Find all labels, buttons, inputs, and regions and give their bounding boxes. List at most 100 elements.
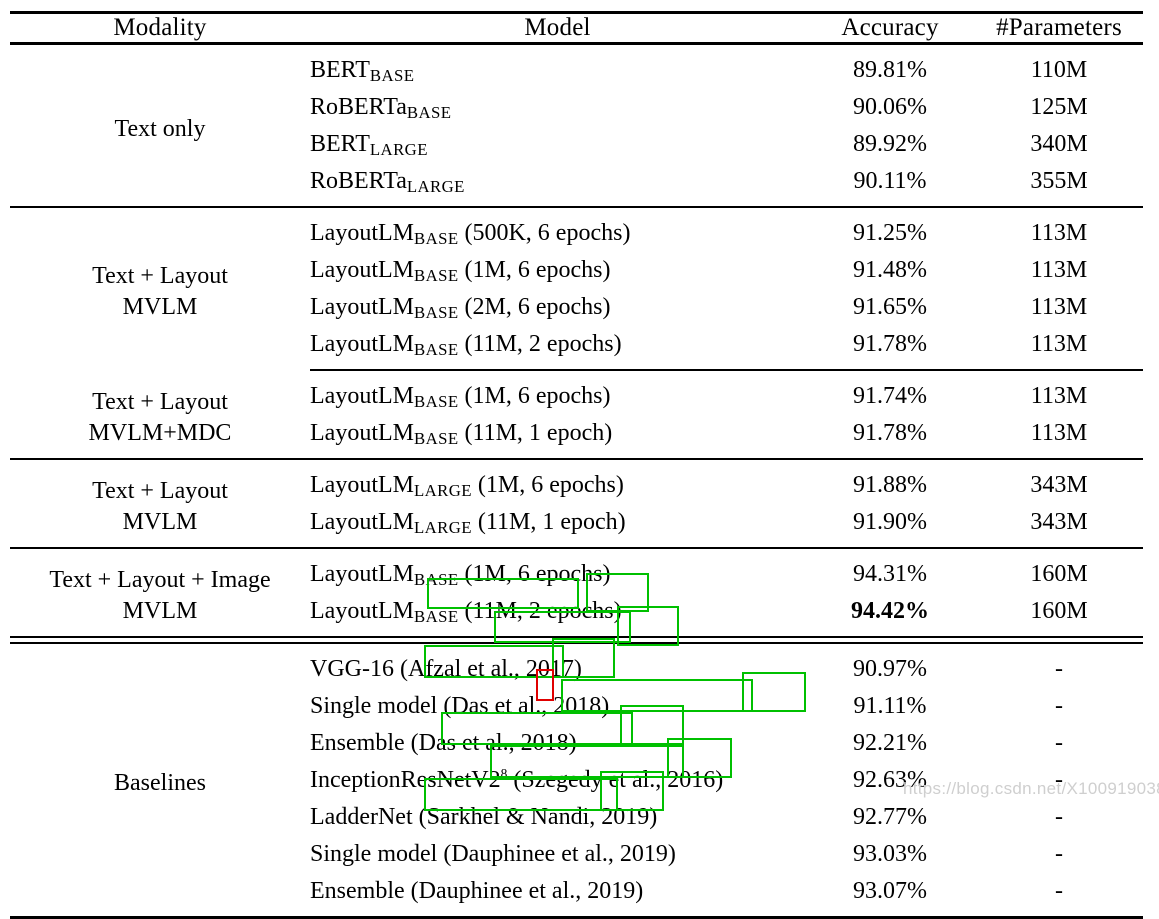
parameters-cell: 160M <box>1030 561 1088 587</box>
model-cell: RoBERTaBASE <box>310 89 805 126</box>
model-subscript: BASE <box>413 428 459 448</box>
model-subscript: BASE <box>413 606 459 626</box>
column-header-modality: Modality <box>113 14 207 41</box>
model-detail: (11M, 1 epoch) <box>471 509 626 535</box>
model-name: LayoutLM <box>310 383 414 409</box>
model-subscript: LARGE <box>369 139 428 159</box>
column-header-parameters: #Parameters <box>996 14 1122 41</box>
parameters-cell: 113M <box>1030 294 1088 320</box>
table-row: Text only BERTBASE 89.81% 110M <box>10 45 1143 142</box>
model-cell: Single model (Das et al., 2018) <box>310 693 610 719</box>
modality-line: MVLM+MDC <box>88 420 232 446</box>
modality-line: Text + Layout <box>92 389 228 416</box>
model-name: LayoutLM <box>310 598 414 624</box>
model-cell: BERTBASE <box>310 45 805 89</box>
model-cell: LayoutLMBASE (11M, 2 epochs) <box>310 593 805 636</box>
model-name: LayoutLM <box>310 331 414 357</box>
model-detail: (11M, 2 epochs) <box>458 598 622 624</box>
model-cell: BERTLARGE <box>310 126 805 163</box>
modality-line: MVLM <box>122 294 198 320</box>
model-subscript: BASE <box>413 339 459 359</box>
model-detail: (1M, 6 epochs) <box>458 257 611 283</box>
model-cell: LadderNet (Sarkhel & Nandi, 2019) <box>310 804 658 830</box>
table-rule-double <box>10 636 1143 644</box>
modality-line: MVLM <box>122 509 198 535</box>
model-cell: LayoutLMBASE (11M, 1 epoch) <box>310 415 805 458</box>
parameters-cell: 110M <box>1030 57 1088 83</box>
accuracy-cell: 92.21% <box>853 730 927 756</box>
model-cell: LayoutLMBASE (1M, 6 epochs) <box>310 371 805 415</box>
model-cell: LayoutLMBASE (11M, 2 epochs) <box>310 326 805 369</box>
parameters-cell: - <box>1055 878 1063 904</box>
parameters-cell: 113M <box>1030 257 1088 283</box>
parameters-cell: 125M <box>1030 94 1088 120</box>
parameters-cell: - <box>1055 804 1063 830</box>
accuracy-cell: 91.25% <box>853 220 927 246</box>
model-subscript: BASE <box>413 228 459 248</box>
model-subscript: BASE <box>406 102 452 122</box>
table-header-row: Modality Model Accuracy #Parameters <box>10 14 1143 42</box>
parameters-cell: - <box>1055 730 1063 756</box>
model-subscript: BASE <box>413 569 459 589</box>
model-name: LayoutLM <box>310 472 414 498</box>
accuracy-cell: 93.03% <box>853 841 927 867</box>
model-cell: LayoutLMBASE (1M, 6 epochs) <box>310 252 805 289</box>
model-detail: (11M, 2 epochs) <box>458 331 622 357</box>
model-detail: (Szegedy et al., 2016) <box>507 767 724 793</box>
parameters-cell: 113M <box>1030 331 1088 357</box>
accuracy-cell: 91.11% <box>853 693 927 719</box>
model-detail: (2M, 6 epochs) <box>458 294 611 320</box>
model-name: LayoutLM <box>310 509 414 535</box>
model-name: LayoutLM <box>310 257 414 283</box>
modality-cell-baselines: Baselines <box>10 644 310 916</box>
parameters-cell: - <box>1055 841 1063 867</box>
accuracy-cell: 89.92% <box>853 131 927 157</box>
parameters-cell: 113M <box>1030 420 1088 446</box>
parameters-cell: 340M <box>1030 131 1088 157</box>
model-name: RoBERTa <box>310 94 407 120</box>
model-cell: RoBERTaLARGE <box>310 163 805 206</box>
accuracy-cell-best: 94.42% <box>851 598 929 624</box>
accuracy-cell: 89.81% <box>853 57 927 83</box>
modality-cell-text-layout-large-mvlm: Text + Layout MVLM <box>10 460 310 547</box>
model-cell: InceptionResNetV28 (Szegedy et al., 2016… <box>310 762 805 799</box>
modality-cell-text-only: Text only <box>10 45 310 206</box>
accuracy-cell: 93.07% <box>853 878 927 904</box>
modality-line: Text + Layout + Image <box>49 567 271 594</box>
modality-cell-text-layout-mvlm-mdc: Text + Layout MVLM+MDC <box>10 371 310 458</box>
accuracy-cell: 92.77% <box>853 804 927 830</box>
model-cell: LayoutLMLARGE (1M, 6 epochs) <box>310 460 805 504</box>
accuracy-cell: 91.48% <box>853 257 927 283</box>
table-row: Text + Layout MVLM+MDC LayoutLMBASE (1M,… <box>10 371 1143 446</box>
parameters-cell: - <box>1055 693 1063 719</box>
accuracy-cell: 91.78% <box>853 420 927 446</box>
accuracy-cell: 91.90% <box>853 509 927 535</box>
model-cell: LayoutLMBASE (500K, 6 epochs) <box>310 208 805 252</box>
model-cell: Single model (Dauphinee et al., 2019) <box>310 841 676 867</box>
accuracy-cell: 91.74% <box>853 383 927 409</box>
model-subscript: BASE <box>413 391 459 411</box>
accuracy-cell: 90.97% <box>853 656 927 682</box>
modality-line: Baselines <box>114 770 206 797</box>
model-detail: (1M, 6 epochs) <box>458 383 611 409</box>
watermark: https://blog.csdn.net/X1009190387 <box>903 779 1159 798</box>
accuracy-cell: 90.06% <box>853 94 927 120</box>
parameters-cell: 113M <box>1030 220 1088 246</box>
model-name: RoBERTa <box>310 168 407 194</box>
modality-line: Text only <box>114 115 206 142</box>
column-header-accuracy: Accuracy <box>841 14 939 41</box>
parameters-cell: - <box>1055 656 1063 682</box>
model-detail: (1M, 6 epochs) <box>458 561 611 587</box>
modality-line: Text + Layout <box>92 478 228 505</box>
model-cell: LayoutLMLARGE (11M, 1 epoch) <box>310 504 805 547</box>
parameters-cell: 160M <box>1030 598 1088 624</box>
model-subscript: BASE <box>369 65 415 85</box>
model-detail: (1M, 6 epochs) <box>471 472 624 498</box>
model-name: LayoutLM <box>310 294 414 320</box>
modality-cell-text-layout-image-mvlm: Text + Layout + Image MVLM <box>10 549 310 636</box>
model-name: LayoutLM <box>310 420 414 446</box>
accuracy-cell: 91.65% <box>853 294 927 320</box>
model-subscript: LARGE <box>413 517 472 537</box>
table-row: Baselines VGG-16 (Afzal et al., 2017) 90… <box>10 644 1143 796</box>
table-row: Text + Layout MVLM LayoutLMLARGE (1M, 6 … <box>10 460 1143 535</box>
